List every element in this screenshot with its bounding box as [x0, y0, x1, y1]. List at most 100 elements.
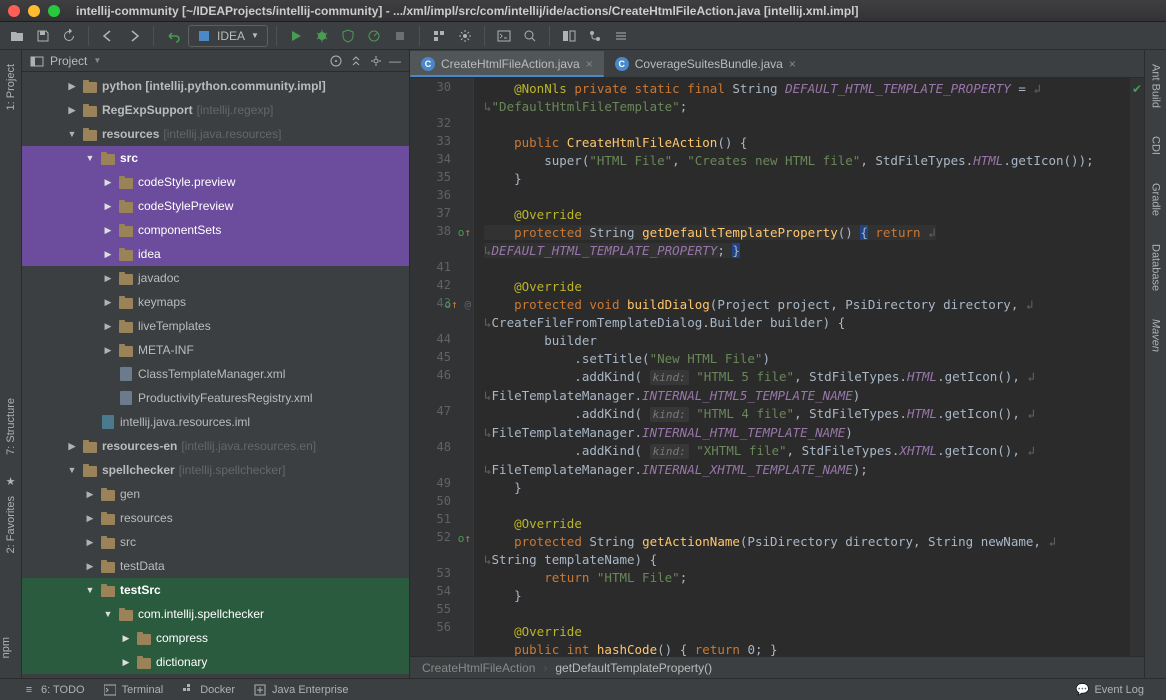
tree-arrow-icon[interactable]: ▼ [84, 585, 96, 595]
search-icon[interactable] [519, 25, 541, 47]
tree-arrow-icon[interactable]: ▶ [66, 105, 78, 116]
gutter-line[interactable]: 47 [410, 404, 473, 422]
project-view-selector[interactable]: Project ▼ [30, 54, 101, 68]
tree-arrow-icon[interactable]: ▶ [66, 441, 78, 452]
tree-arrow-icon[interactable]: ▶ [102, 273, 114, 284]
gutter-line[interactable] [410, 314, 473, 332]
tree-row[interactable]: ProductivityFeaturesRegistry.xml [22, 386, 409, 410]
project-tool-button[interactable]: 1: Project [0, 50, 21, 124]
layout-icon[interactable] [558, 25, 580, 47]
tree-row[interactable]: ▶dictionary [22, 650, 409, 674]
coverage-icon[interactable] [337, 25, 359, 47]
gear-icon[interactable] [369, 54, 383, 68]
tree-arrow-icon[interactable]: ▶ [84, 489, 96, 500]
breadcrumb-item[interactable]: getDefaultTemplateProperty() [555, 661, 712, 675]
gutter-line[interactable] [410, 242, 473, 260]
structure-tool-button[interactable]: 7: Structure [0, 384, 21, 469]
tree-arrow-icon[interactable]: ▶ [84, 537, 96, 548]
tree-row[interactable]: ▶javadoc [22, 266, 409, 290]
run-config-dropdown[interactable]: IDEA ▼ [188, 25, 268, 47]
event-log-button[interactable]: 💬Event Log [1075, 683, 1144, 697]
more-icon[interactable] [610, 25, 632, 47]
tree-arrow-icon[interactable]: ▼ [66, 465, 78, 475]
minimize-window[interactable] [28, 5, 40, 17]
close-window[interactable] [8, 5, 20, 17]
editor-status-stripe[interactable]: ✔ [1130, 78, 1144, 656]
gutter-line[interactable] [410, 458, 473, 476]
cdi-tool-button[interactable]: CDI [1145, 122, 1166, 169]
profile-icon[interactable] [363, 25, 385, 47]
tree-row[interactable]: ▶codeStyle.preview [22, 170, 409, 194]
gutter-line[interactable]: 50 [410, 494, 473, 512]
gutter-line[interactable]: 54 [410, 584, 473, 602]
vcs-icon[interactable] [584, 25, 606, 47]
terminal-tool-button[interactable]: Terminal [103, 683, 164, 697]
gutter-line[interactable]: 37 [410, 206, 473, 224]
gutter-line[interactable]: 38o↑ [410, 224, 473, 242]
tree-arrow-icon[interactable]: ▶ [102, 345, 114, 356]
settings-icon[interactable] [454, 25, 476, 47]
tree-arrow-icon[interactable]: ▼ [102, 609, 114, 619]
project-tree[interactable]: ▶python [intellij.python.community.impl]… [22, 72, 409, 678]
debug-icon[interactable] [311, 25, 333, 47]
tree-arrow-icon[interactable]: ▶ [102, 201, 114, 212]
gradle-tool-button[interactable]: Gradle [1145, 169, 1166, 230]
java-enterprise-tool-button[interactable]: Java Enterprise [253, 683, 348, 697]
npm-tool-button[interactable]: npm [0, 623, 12, 672]
tree-row[interactable]: ▶resources-en [intellij.java.resources.e… [22, 434, 409, 458]
favorites-tool-button[interactable]: ★ 2: Favorites [0, 469, 21, 567]
tree-row[interactable]: ▶RegExpSupport [intellij.regexp] [22, 98, 409, 122]
sync-icon[interactable] [58, 25, 80, 47]
gutter-line[interactable]: 41 [410, 260, 473, 278]
back-icon[interactable] [97, 25, 119, 47]
breadcrumb-item[interactable]: CreateHtmlFileAction [422, 661, 535, 675]
gutter-line[interactable]: 48 [410, 440, 473, 458]
tree-row[interactable]: ▶META-INF [22, 338, 409, 362]
gutter-line[interactable]: 34 [410, 152, 473, 170]
gutter-line[interactable]: 52o↑ [410, 530, 473, 548]
tree-arrow-icon[interactable]: ▶ [120, 633, 132, 644]
gutter-line[interactable]: 30 [410, 80, 473, 98]
tree-row[interactable]: ▶idea [22, 242, 409, 266]
tree-arrow-icon[interactable]: ▼ [66, 129, 78, 139]
hide-icon[interactable]: — [389, 54, 401, 68]
tree-arrow-icon[interactable]: ▶ [120, 657, 132, 668]
forward-icon[interactable] [123, 25, 145, 47]
tree-row[interactable]: ▶codeStylePreview [22, 194, 409, 218]
gutter-line[interactable] [410, 422, 473, 440]
tree-arrow-icon[interactable]: ▶ [84, 561, 96, 572]
terminal-icon[interactable] [493, 25, 515, 47]
save-all-icon[interactable] [32, 25, 54, 47]
tree-row[interactable]: ClassTemplateManager.xml [22, 362, 409, 386]
tree-row[interactable]: ▼spellchecker [intellij.spellchecker] [22, 458, 409, 482]
tree-arrow-icon[interactable]: ▶ [66, 81, 78, 92]
editor-tab[interactable]: CCreateHtmlFileAction.java× [410, 51, 604, 77]
gutter-line[interactable]: 53 [410, 566, 473, 584]
tree-row[interactable]: ▼src [22, 146, 409, 170]
close-tab-icon[interactable]: × [586, 57, 593, 71]
tree-row[interactable]: ▶componentSets [22, 218, 409, 242]
undo-action-icon[interactable] [162, 25, 184, 47]
gutter-line[interactable]: 36 [410, 188, 473, 206]
gutter-marker-icon[interactable]: o↑ [458, 532, 471, 545]
tree-row[interactable]: ▶testData [22, 554, 409, 578]
tree-arrow-icon[interactable]: ▶ [102, 249, 114, 260]
tree-arrow-icon[interactable]: ▶ [102, 225, 114, 236]
tree-row[interactable]: ▶keymaps [22, 290, 409, 314]
gutter-line[interactable]: 33 [410, 134, 473, 152]
tree-row[interactable]: ▶compress [22, 626, 409, 650]
tree-row[interactable]: ▼com.intellij.spellchecker [22, 602, 409, 626]
database-tool-button[interactable]: Database [1145, 230, 1166, 305]
gutter-line[interactable] [410, 386, 473, 404]
open-file-icon[interactable] [6, 25, 28, 47]
tree-row[interactable]: ▶src [22, 530, 409, 554]
gutter-line[interactable]: 35 [410, 170, 473, 188]
tree-arrow-icon[interactable]: ▶ [102, 321, 114, 332]
project-structure-icon[interactable] [428, 25, 450, 47]
tree-row[interactable]: ▶gen [22, 482, 409, 506]
collapse-all-icon[interactable] [349, 54, 363, 68]
tree-arrow-icon[interactable]: ▶ [102, 177, 114, 188]
ant-tool-button[interactable]: Ant Build [1145, 50, 1166, 122]
gutter-line[interactable]: 42 [410, 278, 473, 296]
gutter-line[interactable] [410, 98, 473, 116]
